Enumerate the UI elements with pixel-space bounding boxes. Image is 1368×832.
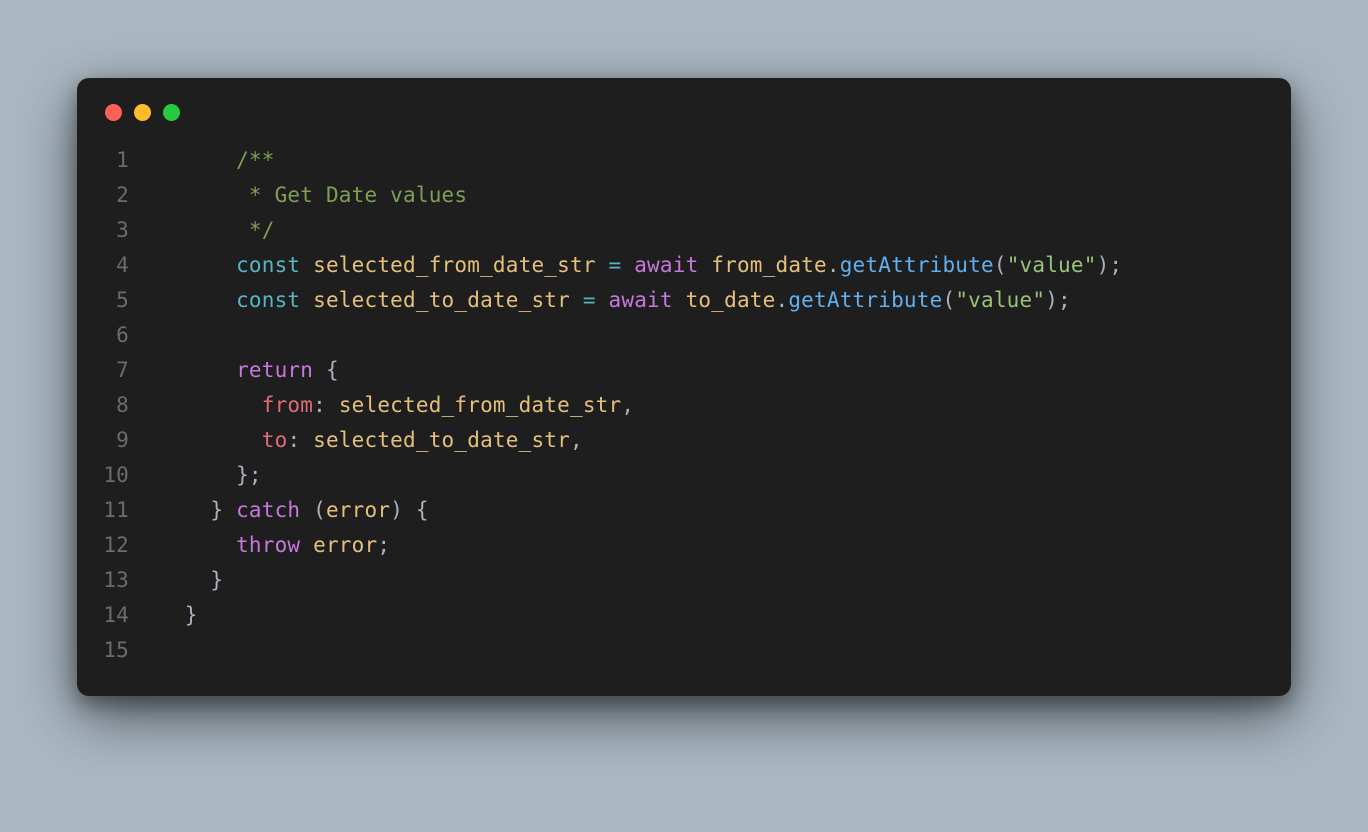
token-string: "value" xyxy=(1007,253,1097,277)
window-titlebar xyxy=(101,98,1267,143)
token-punc xyxy=(300,533,313,557)
token-op: = xyxy=(583,288,596,312)
code-line[interactable]: return { xyxy=(159,353,1122,388)
token-keyword2: const xyxy=(236,288,300,312)
token-func: getAttribute xyxy=(788,288,942,312)
close-icon[interactable] xyxy=(105,104,122,121)
token-punc: ( xyxy=(942,288,955,312)
line-number: 15 xyxy=(101,633,129,668)
token-punc xyxy=(673,288,686,312)
token-prop: to xyxy=(262,428,288,452)
token-ident: selected_from_date_str xyxy=(339,393,622,417)
token-keyword: throw xyxy=(236,533,300,557)
code-line[interactable]: } xyxy=(159,563,1122,598)
token-punc: ) { xyxy=(390,498,429,522)
token-punc: }; xyxy=(236,463,262,487)
code-line[interactable]: * Get Date values xyxy=(159,178,1122,213)
token-prop: from xyxy=(262,393,313,417)
line-number: 2 xyxy=(101,178,129,213)
token-punc: } xyxy=(210,568,223,592)
token-punc: : xyxy=(287,428,313,452)
line-number: 1 xyxy=(101,143,129,178)
line-number: 5 xyxy=(101,283,129,318)
token-comment: */ xyxy=(236,218,275,242)
token-comment: /** xyxy=(236,148,275,172)
token-punc xyxy=(300,253,313,277)
code-line[interactable]: } xyxy=(159,598,1122,633)
code-line[interactable]: throw error; xyxy=(159,528,1122,563)
token-punc: { xyxy=(313,358,339,382)
token-ident: selected_from_date_str xyxy=(313,253,596,277)
token-punc xyxy=(621,253,634,277)
token-punc: ( xyxy=(994,253,1007,277)
code-line[interactable]: const selected_from_date_str = await fro… xyxy=(159,248,1122,283)
code-content[interactable]: /** * Get Date values */ const selected_… xyxy=(159,143,1122,668)
line-number-gutter: 123456789101112131415 xyxy=(101,143,159,668)
line-number: 6 xyxy=(101,318,129,353)
zoom-icon[interactable] xyxy=(163,104,180,121)
token-keyword: catch xyxy=(236,498,300,522)
code-line[interactable] xyxy=(159,318,1122,353)
code-line[interactable]: }; xyxy=(159,458,1122,493)
token-punc: . xyxy=(776,288,789,312)
token-ident: selected_to_date_str xyxy=(313,288,570,312)
token-punc xyxy=(698,253,711,277)
token-ident: to_date xyxy=(686,288,776,312)
code-line[interactable]: const selected_to_date_str = await to_da… xyxy=(159,283,1122,318)
line-number: 9 xyxy=(101,423,129,458)
token-punc: ); xyxy=(1045,288,1071,312)
token-string: "value" xyxy=(955,288,1045,312)
token-comment: * Get Date values xyxy=(236,183,467,207)
token-punc: , xyxy=(570,428,583,452)
token-keyword2: const xyxy=(236,253,300,277)
token-punc xyxy=(570,288,583,312)
code-window: 123456789101112131415 /** * Get Date val… xyxy=(77,78,1291,696)
token-keyword: await xyxy=(609,288,673,312)
line-number: 4 xyxy=(101,248,129,283)
token-punc: ; xyxy=(377,533,390,557)
token-ident: error xyxy=(313,533,377,557)
code-line[interactable]: from: selected_from_date_str, xyxy=(159,388,1122,423)
token-punc: . xyxy=(827,253,840,277)
line-number: 7 xyxy=(101,353,129,388)
line-number: 3 xyxy=(101,213,129,248)
token-keyword: return xyxy=(236,358,313,382)
token-punc xyxy=(596,253,609,277)
line-number: 14 xyxy=(101,598,129,633)
token-punc: } xyxy=(210,498,236,522)
line-number: 13 xyxy=(101,563,129,598)
code-line[interactable]: } catch (error) { xyxy=(159,493,1122,528)
token-punc xyxy=(596,288,609,312)
token-ident: from_date xyxy=(711,253,827,277)
token-keyword: await xyxy=(634,253,698,277)
token-punc xyxy=(300,288,313,312)
line-number: 11 xyxy=(101,493,129,528)
token-op: = xyxy=(609,253,622,277)
token-punc: ( xyxy=(300,498,326,522)
token-ident: error xyxy=(326,498,390,522)
code-line[interactable] xyxy=(159,633,1122,668)
code-editor[interactable]: 123456789101112131415 /** * Get Date val… xyxy=(101,143,1267,668)
line-number: 10 xyxy=(101,458,129,493)
token-ident: selected_to_date_str xyxy=(313,428,570,452)
code-line[interactable]: */ xyxy=(159,213,1122,248)
token-func: getAttribute xyxy=(840,253,994,277)
line-number: 12 xyxy=(101,528,129,563)
minimize-icon[interactable] xyxy=(134,104,151,121)
token-punc: ); xyxy=(1097,253,1123,277)
token-punc: , xyxy=(621,393,634,417)
line-number: 8 xyxy=(101,388,129,423)
code-line[interactable]: /** xyxy=(159,143,1122,178)
token-punc: : xyxy=(313,393,339,417)
code-line[interactable]: to: selected_to_date_str, xyxy=(159,423,1122,458)
token-punc: } xyxy=(185,603,198,627)
